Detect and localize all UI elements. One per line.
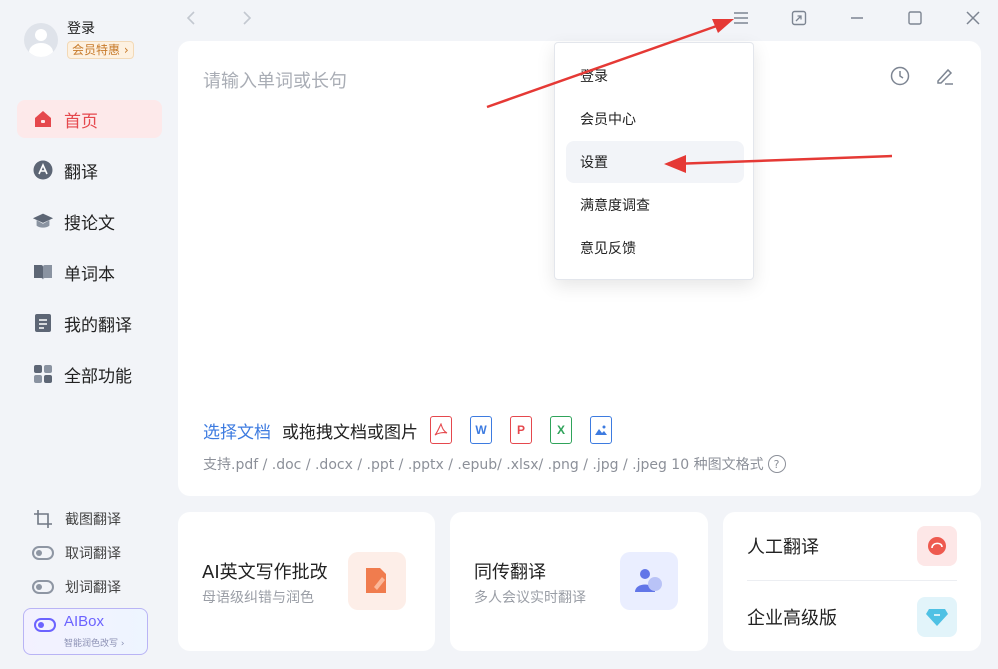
pick-word-toggle[interactable] <box>32 546 54 560</box>
compact-mode-button[interactable] <box>788 8 810 28</box>
document-edit-icon <box>348 552 406 610</box>
graduation-cap-icon <box>32 210 54 232</box>
services-card: 人工翻译 企业高级版 <box>723 512 981 651</box>
ai-writing-card[interactable]: AI英文写作批改 母语级纠错与润色 <box>178 512 435 651</box>
toggle-icon <box>32 542 54 564</box>
main-menu-dropdown: 登录 会员中心 设置 满意度调查 意见反馈 <box>554 42 754 280</box>
book-icon <box>32 261 54 283</box>
simul-title: 同传翻译 <box>474 562 546 583</box>
word-icon: W <box>470 416 492 444</box>
maximize-button[interactable] <box>904 8 926 28</box>
handwriting-button[interactable] <box>934 65 956 87</box>
drag-drop-hint: 或拖拽文档或图片 <box>282 422 418 443</box>
sidebar-item-label: 翻译 <box>64 162 98 183</box>
sidebar-item-translate[interactable]: 翻译 <box>17 151 162 189</box>
minimize-icon <box>851 17 863 19</box>
simultaneous-translation-card[interactable]: 同传翻译 多人会议实时翻译 <box>450 512 708 651</box>
ppt-icon: P <box>510 416 532 444</box>
app-window: 登录 会员特惠 › 首页 翻译 搜论文 单词本 我的翻译 全部功能 截图翻译 取… <box>0 0 998 669</box>
forward-button[interactable] <box>236 8 258 28</box>
menu-item-survey[interactable]: 满意度调查 <box>566 184 744 226</box>
history-button[interactable] <box>889 65 911 87</box>
maximize-icon <box>908 11 922 25</box>
sidebar-item-label: 首页 <box>64 111 98 132</box>
sidebar-item-my-translations[interactable]: 我的翻译 <box>17 304 162 342</box>
sidebar-item-wordbook[interactable]: 单词本 <box>17 253 162 291</box>
diamond-icon <box>917 596 957 637</box>
aibox-toggle[interactable] <box>34 618 56 632</box>
sidebar-nav: 首页 翻译 搜论文 单词本 我的翻译 全部功能 <box>17 100 162 406</box>
screenshot-translate-tool[interactable]: 截图翻译 <box>32 502 121 536</box>
enterprise-row[interactable]: 企业高级版 <box>747 582 957 651</box>
meeting-people-icon <box>620 552 678 610</box>
user-info: 登录 会员特惠 › <box>67 20 134 59</box>
select-document-link[interactable]: 选择文档 <box>203 418 271 443</box>
supported-formats: 支持.pdf / .doc / .docx / .ppt / .pptx / .… <box>203 454 786 474</box>
crop-icon <box>32 508 54 530</box>
close-icon <box>966 11 980 25</box>
simul-subtitle: 多人会议实时翻译 <box>474 590 586 606</box>
user-panel[interactable]: 登录 会员特惠 › <box>24 20 134 59</box>
sidebar-item-papers[interactable]: 搜论文 <box>17 202 162 240</box>
human-translation-title: 人工翻译 <box>747 537 819 558</box>
excel-icon: X <box>550 416 572 444</box>
shrink-icon <box>791 10 807 26</box>
pdf-icon <box>430 416 452 444</box>
sidebar-item-label: 全部功能 <box>64 366 132 387</box>
menu-item-login[interactable]: 登录 <box>566 55 744 97</box>
sidebar-item-label: 单词本 <box>64 264 115 285</box>
enterprise-title: 企业高级版 <box>747 607 837 629</box>
human-translator-icon <box>917 526 957 566</box>
document-upload-row: 选择文档 或拖拽文档或图片 W P X <box>203 416 630 444</box>
vip-offer-badge[interactable]: 会员特惠 › <box>67 41 134 59</box>
aibox-title: AIBox <box>64 613 105 630</box>
tool-label: 取词翻译 <box>65 546 121 562</box>
file-type-icons: W P X <box>430 416 630 444</box>
chevron-left-icon <box>186 11 195 25</box>
sidebar-item-label: 搜论文 <box>64 213 115 234</box>
clock-icon <box>890 66 910 86</box>
tool-label: 划词翻译 <box>65 580 121 596</box>
quick-tools: 截图翻译 取词翻译 划词翻译 <box>32 502 121 604</box>
translate-input[interactable]: 请输入单词或长句 <box>203 67 347 93</box>
formats-text: 支持.pdf / .doc / .docx / .ppt / .pptx / .… <box>203 457 764 473</box>
document-list-icon <box>32 312 54 334</box>
select-word-toggle[interactable] <box>32 580 54 594</box>
login-link[interactable]: 登录 <box>67 20 134 38</box>
minimize-button[interactable] <box>846 8 868 28</box>
menu-item-settings[interactable]: 设置 <box>566 141 744 183</box>
aibox-button[interactable]: AIBox 智能润色改写 › <box>23 608 148 655</box>
grid-icon <box>32 363 54 385</box>
aibox-subtitle: 智能润色改写 › <box>64 639 125 649</box>
chevron-right-icon <box>243 11 252 25</box>
pick-word-translate-tool[interactable]: 取词翻译 <box>32 536 121 570</box>
sidebar-item-home[interactable]: 首页 <box>17 100 162 138</box>
translate-icon <box>32 159 54 181</box>
image-icon <box>590 416 612 444</box>
pen-icon <box>937 68 953 85</box>
help-icon[interactable]: ? <box>767 455 786 473</box>
avatar[interactable] <box>24 23 58 57</box>
tool-label: 截图翻译 <box>65 512 121 528</box>
close-button[interactable] <box>962 8 984 28</box>
toggle-icon <box>32 576 54 598</box>
menu-item-vip-center[interactable]: 会员中心 <box>566 98 744 140</box>
hamburger-icon <box>734 12 748 24</box>
ai-writing-subtitle: 母语级纠错与润色 <box>202 590 314 606</box>
sidebar-item-all-features[interactable]: 全部功能 <box>17 355 162 393</box>
back-button[interactable] <box>180 8 202 28</box>
ai-writing-title: AI英文写作批改 <box>202 562 328 583</box>
human-translation-row[interactable]: 人工翻译 <box>747 512 957 581</box>
home-icon <box>32 108 54 130</box>
select-word-translate-tool[interactable]: 划词翻译 <box>32 570 121 604</box>
sidebar-item-label: 我的翻译 <box>64 315 132 336</box>
menu-item-feedback[interactable]: 意见反馈 <box>566 227 744 269</box>
menu-button[interactable] <box>730 8 752 28</box>
